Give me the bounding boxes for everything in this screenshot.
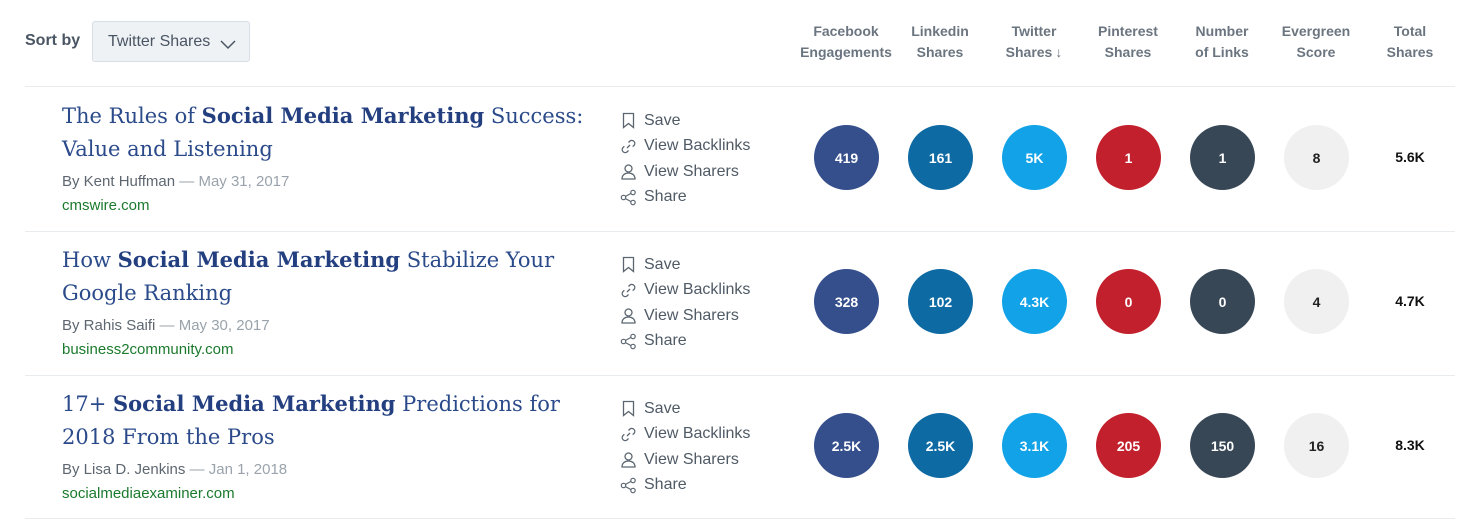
bookmark-icon [622,113,635,130]
column-header-total[interactable]: Total Shares [1360,21,1460,63]
view-backlinks-button[interactable]: View Backlinks [620,134,750,160]
evergreen-score-badge: 16 [1284,413,1349,478]
total-shares-value: 8.3K [1395,437,1425,453]
pinterest-shares-badge: 0 [1096,269,1161,334]
user-icon [621,308,636,324]
share-button[interactable]: Share [620,329,750,355]
user-icon [621,452,636,468]
article-byline: By Lisa D. Jenkins — Jan 1, 2018 [62,461,288,478]
linkedin-shares-badge: 2.5K [908,413,973,478]
article-actions: Save View Backlinks View Sharers Share [620,252,750,354]
pinterest-shares-badge: 1 [1096,125,1161,190]
total-shares-value: 4.7K [1395,293,1425,309]
result-row: How Social Media Marketing Stabilize You… [0,231,1467,375]
column-header-evergreen[interactable]: Evergreen Score [1266,21,1366,63]
article-domain-link[interactable]: business2community.com [62,341,233,358]
column-header-facebook[interactable]: Facebook Engagements [796,21,896,63]
number-of-links-badge[interactable]: 0 [1190,269,1255,334]
save-button[interactable]: Save [620,108,750,134]
results-header: Sort by Twitter Shares Facebook Engageme… [0,0,1467,86]
linkedin-shares-badge: 161 [908,125,973,190]
article-domain-link[interactable]: socialmediaexaminer.com [62,485,235,502]
evergreen-score-badge: 4 [1284,269,1349,334]
result-row: 17+ Social Media Marketing Predictions f… [0,375,1467,519]
number-of-links-badge[interactable]: 1 [1190,125,1255,190]
view-sharers-button[interactable]: View Sharers [620,159,750,185]
share-button[interactable]: Share [620,185,750,211]
article-title-link[interactable]: How Social Media Marketing Stabilize You… [62,243,592,310]
article-title-link[interactable]: The Rules of Social Media Marketing Succ… [62,99,592,166]
sort-desc-arrow-icon: ↓ [1055,44,1063,60]
sort-dropdown[interactable]: Twitter Shares [92,21,250,62]
article-actions: Save View Backlinks View Sharers Share [620,396,750,498]
bookmark-icon [622,257,635,274]
linkedin-shares-badge: 102 [908,269,973,334]
share-icon [620,477,636,494]
link-icon [621,427,636,441]
column-header-twitter[interactable]: Twitter Shares ↓ [984,21,1084,63]
article-title-link[interactable]: 17+ Social Media Marketing Predictions f… [62,387,592,454]
article-actions: Save View Backlinks View Sharers Share [620,108,750,210]
share-button[interactable]: Share [620,473,750,499]
facebook-engagements-badge: 2.5K [814,413,879,478]
pinterest-shares-badge: 205 [1096,413,1161,478]
column-header-links[interactable]: Number of Links [1172,21,1272,63]
evergreen-score-badge: 8 [1284,125,1349,190]
result-row: The Rules of Social Media Marketing Succ… [0,87,1467,231]
link-icon [621,283,636,297]
article-byline: By Rahis Saifi — May 30, 2017 [62,317,270,334]
user-icon [621,164,636,180]
twitter-shares-badge: 5K [1002,125,1067,190]
facebook-engagements-badge: 419 [814,125,879,190]
save-button[interactable]: Save [620,396,750,422]
bookmark-icon [622,401,635,418]
column-header-linkedin[interactable]: Linkedin Shares [890,21,990,63]
share-icon [620,189,636,206]
view-sharers-button[interactable]: View Sharers [620,303,750,329]
view-sharers-button[interactable]: View Sharers [620,447,750,473]
save-button[interactable]: Save [620,252,750,278]
twitter-shares-badge: 4.3K [1002,269,1067,334]
chevron-down-icon [220,37,236,49]
sort-selected-value: Twitter Shares [108,32,211,50]
view-backlinks-button[interactable]: View Backlinks [620,278,750,304]
link-icon [621,139,636,153]
share-icon [620,333,636,350]
number-of-links-badge[interactable]: 150 [1190,413,1255,478]
column-header-pinterest[interactable]: Pinterest Shares [1078,21,1178,63]
sort-label: Sort by [25,32,81,49]
article-domain-link[interactable]: cmswire.com [62,197,150,214]
article-byline: By Kent Huffman — May 31, 2017 [62,173,290,190]
view-backlinks-button[interactable]: View Backlinks [620,422,750,448]
total-shares-value: 5.6K [1395,149,1425,165]
twitter-shares-badge: 3.1K [1002,413,1067,478]
facebook-engagements-badge: 328 [814,269,879,334]
